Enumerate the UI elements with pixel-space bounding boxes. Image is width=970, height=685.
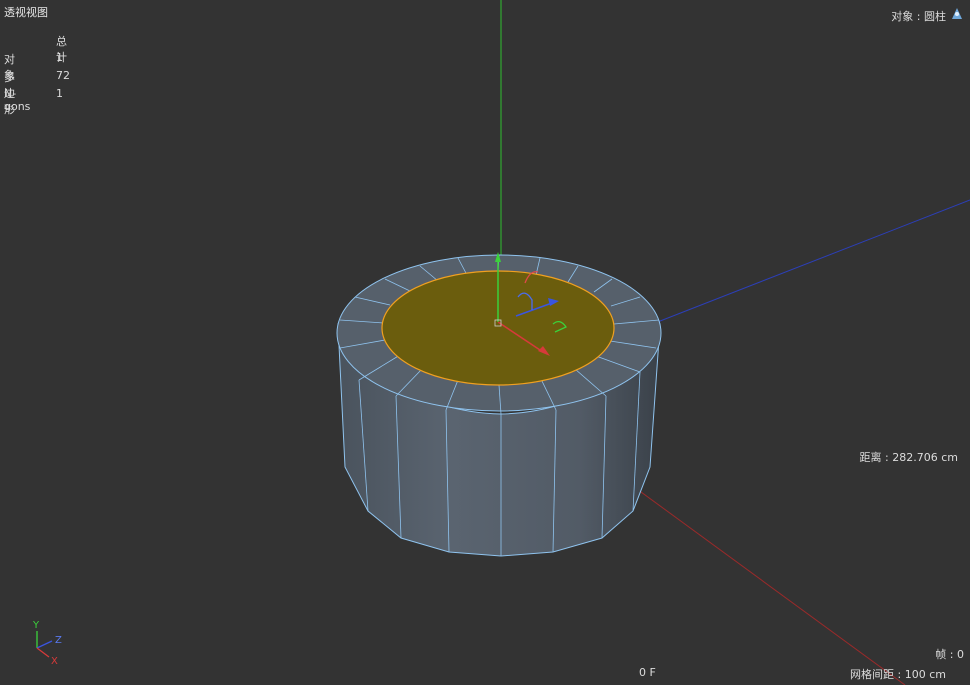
axis-z-label: Z: [55, 635, 62, 646]
stats-label: N-gons: [4, 87, 31, 113]
distance-readout: 距离 : 282.706 cm: [859, 451, 958, 464]
axis-orientation-indicator: Y Z X: [32, 620, 62, 667]
stats-value: 72: [56, 69, 70, 82]
cylinder-object-icon: [952, 8, 962, 19]
world-z-axis: [654, 199, 970, 324]
viewport-canvas[interactable]: Y Z X: [0, 0, 970, 685]
object-label: 对象 : 圆柱: [891, 10, 946, 23]
world-x-axis: [599, 461, 906, 685]
grid-spacing-readout: 网格间距 : 100 cm: [850, 668, 946, 681]
axis-x-label: X: [51, 656, 58, 667]
axis-y-label: Y: [32, 620, 40, 631]
frame-readout: 帧 : 0: [935, 648, 964, 661]
time-readout: 0 F: [639, 666, 656, 679]
viewport-title[interactable]: 透视视图: [4, 4, 48, 20]
stats-value: 1: [56, 87, 63, 100]
stats-value: 1: [56, 51, 63, 64]
